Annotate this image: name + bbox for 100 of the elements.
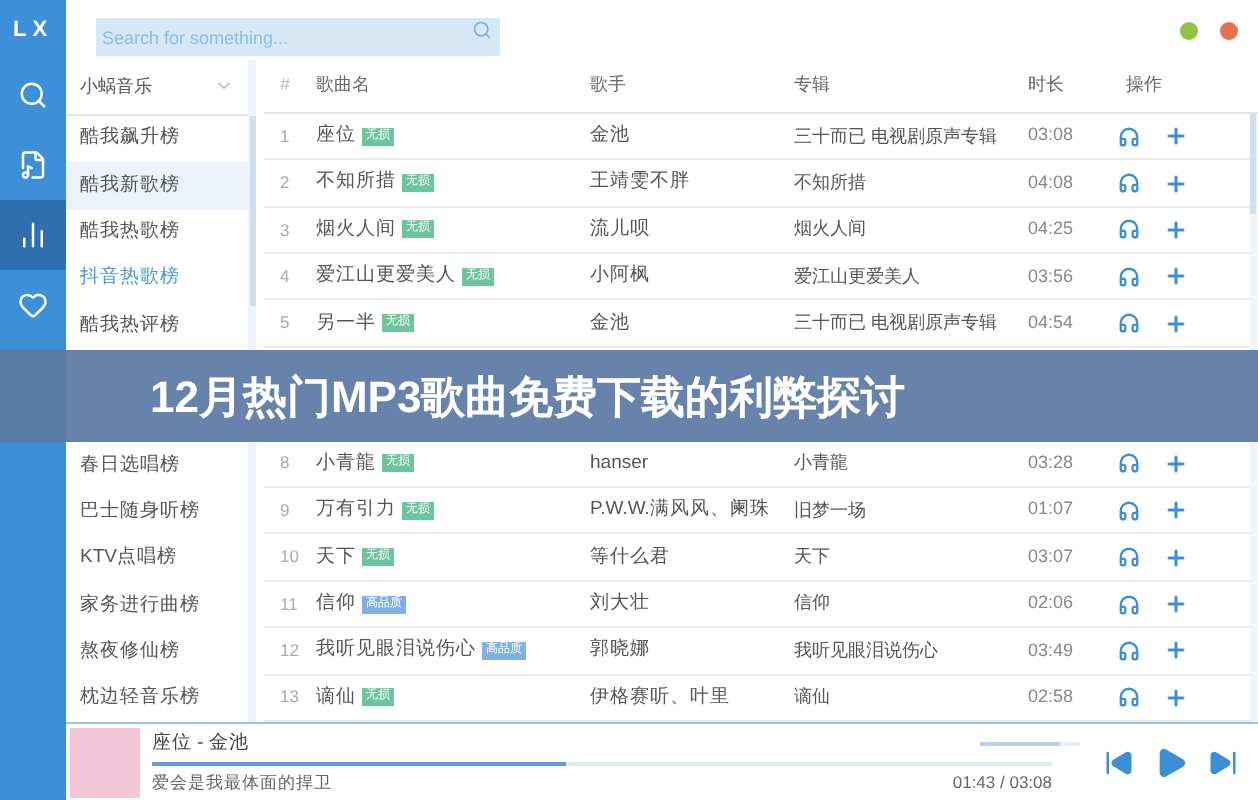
row-number: 4 (278, 263, 292, 290)
chart-list-item[interactable]: 巴士随身听榜 (66, 488, 248, 536)
listen-icon[interactable] (1118, 639, 1140, 662)
banner-title: 12月热门MP3歌曲免费下载的利弊探讨 (150, 369, 906, 425)
song-title: 我听见眼泪说伤心 (316, 636, 476, 665)
singer-name: 流儿呗 (590, 215, 652, 244)
add-icon[interactable] (1164, 217, 1188, 242)
scrollbar-thumb[interactable] (250, 116, 256, 306)
add-icon[interactable] (1164, 171, 1188, 195)
singer-name: 郭晓娜 (590, 636, 652, 665)
row-number: 11 (278, 591, 300, 617)
listen-icon[interactable] (1118, 593, 1140, 616)
song-title: 万有引力 (316, 496, 396, 525)
chart-list-item[interactable]: 酷我热歌榜 (66, 209, 248, 256)
music-file-icon (18, 150, 48, 180)
duration: 01:07 (1028, 496, 1076, 523)
row-number: 1 (278, 123, 292, 149)
scrollbar-thumb[interactable] (1250, 113, 1256, 214)
add-icon[interactable] (1164, 124, 1188, 149)
column-header: 歌曲名 (316, 72, 372, 99)
listen-icon[interactable] (1118, 265, 1140, 288)
singer-name: 金池 (590, 309, 632, 338)
singer-name: 王靖雯不胖 (590, 168, 692, 197)
duration: 04:54 (1028, 309, 1076, 336)
search-icon[interactable] (472, 20, 492, 40)
song-title: 小青龍 (316, 449, 376, 478)
volume-track[interactable] (980, 741, 1080, 746)
chart-list-item[interactable]: 家务进行曲榜 (66, 582, 248, 629)
row-number: 9 (278, 497, 292, 524)
chart-list-item[interactable]: 枕边轻音乐榜 (66, 675, 248, 722)
row-number: 12 (278, 638, 301, 664)
duration: 04:25 (1028, 216, 1076, 243)
listen-icon[interactable] (1118, 125, 1140, 148)
singer-name: P.W.W.满风风、阑珠 (590, 496, 772, 525)
app-logo: LX (12, 15, 54, 46)
column-header: 歌手 (590, 72, 628, 99)
album-name: 三十而已 电视剧原声专辑 (794, 310, 999, 337)
album-name: 谪仙 (794, 684, 832, 711)
duration: 03:08 (1028, 122, 1076, 149)
song-title: 信仰 (316, 589, 356, 618)
add-icon[interactable] (1164, 545, 1188, 570)
track-title: 座位 - 金池 (152, 729, 249, 757)
row-number: 5 (278, 310, 292, 337)
bar-chart-icon (18, 220, 48, 250)
chart-list-item[interactable]: 酷我飙升榜 (66, 115, 248, 163)
album-name: 烟火人间 (794, 216, 868, 243)
chart-list-item[interactable]: 酷我热评榜 (66, 302, 248, 349)
listen-icon[interactable] (1118, 218, 1140, 241)
album-cover-placeholder (70, 727, 140, 797)
nav-tab[interactable] (0, 200, 66, 270)
singer-name: 金池 (590, 121, 632, 150)
search-icon (18, 80, 48, 110)
column-header: 专辑 (794, 72, 832, 99)
next-icon[interactable] (1208, 747, 1238, 777)
song-title: 谪仙 (316, 683, 356, 712)
row-number: 8 (278, 450, 292, 477)
row-number: 3 (278, 217, 292, 243)
row-number: 2 (278, 170, 292, 196)
song-title: 天下 (316, 543, 356, 571)
chart-list-item[interactable]: KTV点唱榜 (66, 535, 248, 583)
duration: 02:06 (1028, 590, 1076, 617)
album-name: 信仰 (794, 590, 832, 617)
song-title: 另一半 (316, 309, 376, 338)
listen-icon[interactable] (1118, 686, 1140, 709)
previous-icon[interactable] (1104, 747, 1134, 777)
add-icon[interactable] (1164, 264, 1188, 289)
add-icon[interactable] (1164, 311, 1188, 336)
add-icon[interactable] (1164, 592, 1188, 617)
song-title: 座位 (316, 121, 356, 150)
album-name: 三十而已 电视剧原声专辑 (794, 123, 999, 150)
duration: 03:49 (1028, 637, 1076, 664)
listen-icon[interactable] (1118, 312, 1140, 335)
duration: 03:56 (1028, 263, 1076, 290)
listen-icon[interactable] (1118, 172, 1140, 194)
singer-name: 刘大壮 (590, 589, 652, 618)
singer-name: 伊格赛听、叶里 (590, 683, 732, 712)
add-icon[interactable] (1164, 451, 1188, 476)
album-name: 不知所措 (794, 169, 868, 196)
column-header: 时长 (1028, 72, 1066, 99)
singer-name: 等什么君 (590, 543, 672, 571)
duration: 03:07 (1028, 543, 1076, 570)
singer-name: 小阿枫 (590, 262, 652, 291)
duration: 03:28 (1028, 450, 1076, 477)
listen-icon[interactable] (1118, 452, 1140, 475)
chart-list-item[interactable]: 春日选唱榜 (66, 442, 248, 489)
row-number: 13 (278, 684, 301, 711)
progress-track[interactable] (152, 761, 1052, 766)
duration: 04:08 (1028, 169, 1076, 196)
chart-list-item[interactable]: 熬夜修仙榜 (66, 628, 248, 676)
source-name: 小蜗音乐 (80, 73, 152, 100)
album-name: 爱江山更爱美人 (794, 263, 922, 290)
add-icon[interactable] (1164, 638, 1188, 663)
play-icon[interactable] (1154, 745, 1188, 779)
play-time: 01:43 / 03:08 (952, 769, 1052, 795)
add-icon[interactable] (1164, 685, 1188, 710)
search-field[interactable]: Search for something... (96, 18, 500, 56)
add-icon[interactable] (1164, 498, 1188, 523)
listen-icon[interactable] (1118, 546, 1140, 569)
listen-icon[interactable] (1118, 499, 1140, 522)
chart-list-item[interactable]: 酷我新歌榜 (66, 162, 248, 210)
